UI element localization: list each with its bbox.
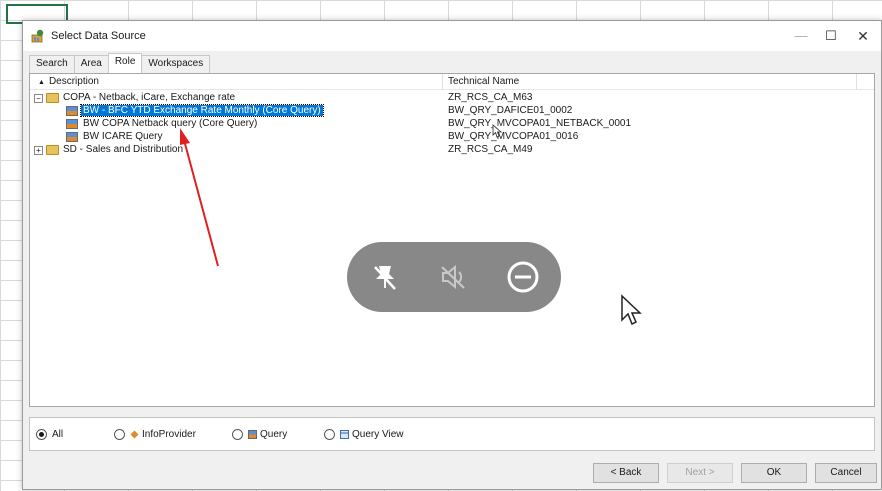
filter-label: Query xyxy=(260,429,288,440)
tree-row-technical-name: BW_QRY_DAFICE01_0002 xyxy=(448,105,573,116)
tree-row-bfc-ytd-exchange[interactable]: BW - BFC YTD Exchange Rate Monthly (Core… xyxy=(30,104,874,118)
tree-row-copa[interactable]: − COPA - Netback, iCare, Exchange rate Z… xyxy=(30,92,874,105)
filter-all-radio[interactable]: All xyxy=(36,429,63,440)
filter-query-view-radio[interactable]: Query View xyxy=(324,429,404,440)
query-icon xyxy=(248,430,257,439)
filter-label: All xyxy=(52,429,64,440)
tree-header: ▲ Description Technical Name xyxy=(30,74,874,90)
minus-circle-icon[interactable] xyxy=(505,259,541,295)
data-source-tree: ▲ Description Technical Name − COPA - Net… xyxy=(29,73,875,407)
column-divider[interactable] xyxy=(442,74,443,90)
sort-ascending-icon: ▲ xyxy=(38,79,45,86)
title-bar: Select Data Source — ☐ ✕ xyxy=(23,21,881,51)
radio-icon xyxy=(232,429,243,440)
folder-icon xyxy=(46,145,59,155)
tree-row-technical-name: BW_QRY_MVCOPA01_0016 xyxy=(448,131,579,142)
folder-icon xyxy=(46,93,59,103)
column-header-description-label: Description xyxy=(48,76,99,87)
filter-label: Query View xyxy=(352,429,404,440)
tab-role[interactable]: Role xyxy=(107,53,143,73)
radio-icon xyxy=(114,429,125,440)
ok-button[interactable]: OK xyxy=(741,463,807,483)
pin-off-icon[interactable] xyxy=(367,259,403,295)
query-icon xyxy=(66,119,78,129)
tree-row-label: BW COPA Netback query (Core Query) xyxy=(83,118,258,129)
tab-area[interactable]: Area xyxy=(73,55,109,73)
collapse-icon[interactable]: − xyxy=(34,94,43,103)
recording-controls-overlay xyxy=(347,242,561,312)
tree-row-sd[interactable]: + SD - Sales and Distribution ZR_RCS_CA_… xyxy=(30,144,874,157)
query-icon xyxy=(66,106,78,116)
filter-label: InfoProvider xyxy=(142,429,196,440)
type-filter-group: All InfoProvider Query Query View xyxy=(29,417,875,451)
close-button[interactable]: ✕ xyxy=(849,25,877,47)
tab-workspaces[interactable]: Workspaces xyxy=(141,55,211,73)
infoprovider-icon xyxy=(130,430,139,439)
back-button[interactable]: < Back xyxy=(593,463,659,483)
data-source-icon xyxy=(31,29,44,43)
tab-strip: Search Area Role Workspaces xyxy=(29,53,211,73)
tab-search[interactable]: Search xyxy=(29,55,75,73)
next-button[interactable]: Next > xyxy=(667,463,733,483)
tree-row-technical-name: ZR_RCS_CA_M63 xyxy=(448,92,533,103)
mouse-cursor-icon xyxy=(621,294,642,326)
filter-query-radio[interactable]: Query xyxy=(232,429,287,440)
cancel-button[interactable]: Cancel xyxy=(815,463,877,483)
query-view-icon xyxy=(340,430,349,439)
filter-infoprovider-radio[interactable]: InfoProvider xyxy=(114,429,196,440)
dialog-title: Select Data Source xyxy=(51,30,146,42)
maximize-button[interactable]: ☐ xyxy=(817,25,845,47)
tree-row-icare[interactable]: BW ICARE Query BW_QRY_MVCOPA01_0016 xyxy=(30,131,874,144)
column-header-technical-name[interactable]: Technical Name xyxy=(448,76,519,87)
expand-icon[interactable]: + xyxy=(34,146,43,155)
radio-selected-icon xyxy=(36,429,47,440)
column-header-description[interactable]: ▲ Description xyxy=(38,76,99,87)
query-icon xyxy=(66,132,78,142)
tree-row-technical-name: BW_QRY_MVCOPA01_NETBACK_0001 xyxy=(448,118,632,129)
tree-row-copa-netback[interactable]: BW COPA Netback query (Core Query) BW_QR… xyxy=(30,118,874,131)
tree-row-label: SD - Sales and Distribution xyxy=(63,144,184,155)
tree-row-label: BW - BFC YTD Exchange Rate Monthly (Core… xyxy=(80,104,324,117)
mute-icon[interactable] xyxy=(435,259,471,295)
mouse-cursor-icon xyxy=(492,124,502,138)
minimize-button[interactable]: — xyxy=(787,25,815,47)
radio-icon xyxy=(324,429,335,440)
column-divider[interactable] xyxy=(856,74,857,90)
tree-row-technical-name: ZR_RCS_CA_M49 xyxy=(448,144,533,155)
tree-row-label: BW ICARE Query xyxy=(83,131,163,142)
tree-row-label: COPA - Netback, iCare, Exchange rate xyxy=(63,92,236,103)
